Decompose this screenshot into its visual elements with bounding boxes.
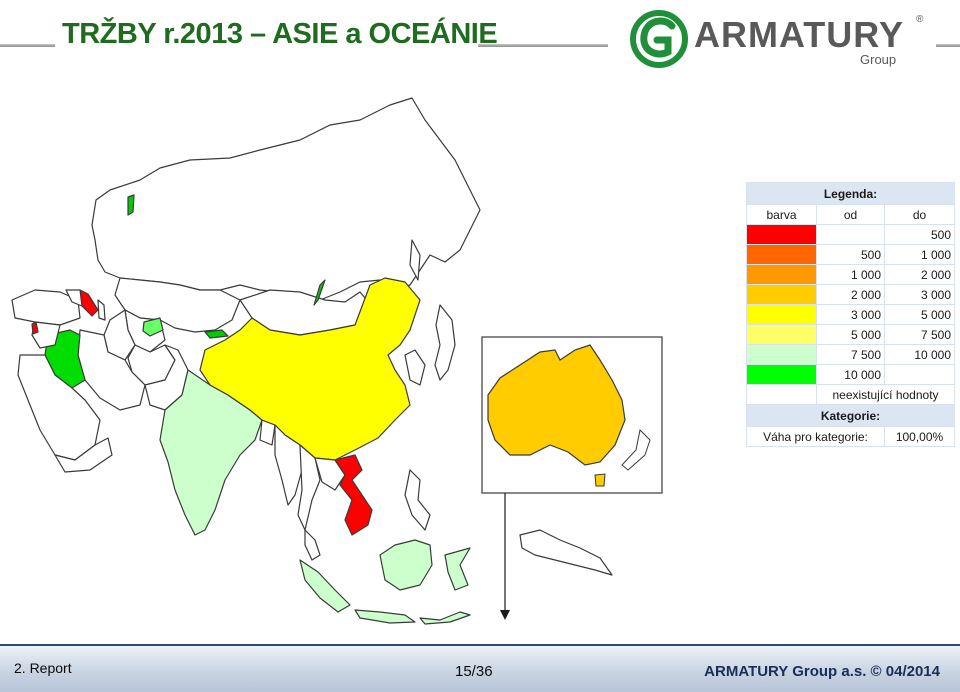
legend-swatch bbox=[746, 324, 817, 345]
australia-inset bbox=[481, 336, 663, 494]
legend-row: 500 1 000 bbox=[746, 244, 956, 265]
title-rule-far-right bbox=[936, 44, 960, 47]
logo-registered-mark: ® bbox=[916, 14, 924, 25]
legend-from: 500 bbox=[816, 244, 885, 265]
legend-swatch bbox=[746, 244, 817, 265]
legend-from: 5 000 bbox=[816, 324, 885, 345]
region-new-guinea bbox=[519, 529, 613, 576]
legend-swatch bbox=[746, 284, 817, 305]
region-korea bbox=[404, 349, 426, 386]
region-sea-caspian bbox=[97, 299, 106, 321]
legend-rows: 500 500 1 000 1 000 2 000 2 000 3 000 3 000 5 00… bbox=[746, 224, 956, 385]
region-japan bbox=[434, 304, 456, 381]
region-azerbaijan bbox=[79, 289, 99, 317]
legend-weight-label: Váha pro kategorie: bbox=[746, 426, 885, 447]
legend-swatch bbox=[746, 224, 817, 245]
footer-page-number: 15/36 bbox=[455, 663, 493, 680]
title-rule-right bbox=[478, 44, 608, 47]
inset-pointer-arrow-icon bbox=[500, 610, 510, 620]
footer-company: ARMATURY Group a.s. © 04/2014 bbox=[704, 663, 940, 680]
map-legend: Legenda: barva od do 500 500 1 000 1 000 2 0… bbox=[745, 182, 956, 447]
logo-subtitle: Group bbox=[860, 52, 897, 67]
region-java bbox=[354, 609, 416, 624]
legend-swatch bbox=[746, 304, 817, 325]
region-tasmania bbox=[594, 473, 606, 487]
legend-weight-value: 100,00% bbox=[883, 426, 956, 447]
legend-swatch bbox=[746, 264, 817, 285]
footer-report-label: 2. Report bbox=[14, 660, 72, 676]
legend-to: 3 000 bbox=[883, 284, 956, 305]
legend-swatch-empty bbox=[746, 384, 817, 405]
legend-swatch bbox=[746, 364, 817, 385]
region-philippines bbox=[404, 469, 431, 531]
legend-row: 1 000 2 000 bbox=[746, 264, 956, 285]
legend-from: 2 000 bbox=[816, 284, 885, 305]
company-logo: ARMATURY ® Group bbox=[628, 8, 928, 70]
legend-row: 5 000 7 500 bbox=[746, 324, 956, 345]
logo-mark-icon bbox=[630, 10, 688, 68]
legend-row: 2 000 3 000 bbox=[746, 284, 956, 305]
legend-from: 3 000 bbox=[816, 304, 885, 325]
region-sumatra bbox=[299, 559, 351, 613]
legend-to: 2 000 bbox=[883, 264, 956, 285]
legend-row: 10 000 bbox=[746, 364, 956, 385]
region-novaya-zemlya bbox=[127, 194, 135, 216]
region-lesser-sunda bbox=[419, 611, 471, 625]
footer-bar: 2. Report 15/36 ARMATURY Group a.s. © 04… bbox=[0, 644, 960, 692]
page-title: TRŽBY r.2013 – ASIE a OCEÁNIE bbox=[62, 18, 498, 50]
legend-from: 1 000 bbox=[816, 264, 885, 285]
legend-column-color: barva bbox=[746, 204, 817, 225]
legend-from: 10 000 bbox=[816, 364, 885, 385]
region-borneo bbox=[379, 539, 433, 591]
region-lake-balkhash bbox=[204, 329, 229, 339]
legend-title: Legenda: bbox=[745, 182, 956, 205]
title-rule-left bbox=[0, 44, 55, 47]
legend-category-title: Kategorie: bbox=[745, 404, 956, 427]
region-sulawesi bbox=[444, 547, 471, 591]
legend-to bbox=[883, 364, 956, 385]
legend-to: 10 000 bbox=[883, 344, 956, 365]
legend-from: 7 500 bbox=[816, 344, 885, 365]
legend-to: 500 bbox=[883, 224, 956, 245]
legend-nonexistent: neexistující hodnoty bbox=[815, 384, 956, 405]
legend-column-from: od bbox=[816, 204, 885, 225]
legend-swatch bbox=[746, 344, 817, 365]
legend-to: 1 000 bbox=[883, 244, 956, 265]
legend-from bbox=[816, 224, 885, 245]
legend-to: 7 500 bbox=[883, 324, 956, 345]
legend-row: 7 500 10 000 bbox=[746, 344, 956, 365]
logo-wordmark: ARMATURY bbox=[694, 14, 904, 55]
legend-row: 3 000 5 000 bbox=[746, 304, 956, 325]
asia-oceania-map bbox=[11, 97, 663, 625]
region-vietnam bbox=[334, 454, 373, 536]
legend-row: 500 bbox=[746, 224, 956, 245]
region-russia bbox=[91, 97, 481, 301]
legend-to: 5 000 bbox=[883, 304, 956, 325]
legend-column-to: do bbox=[883, 204, 956, 225]
region-malaysia-peninsula bbox=[304, 529, 321, 561]
